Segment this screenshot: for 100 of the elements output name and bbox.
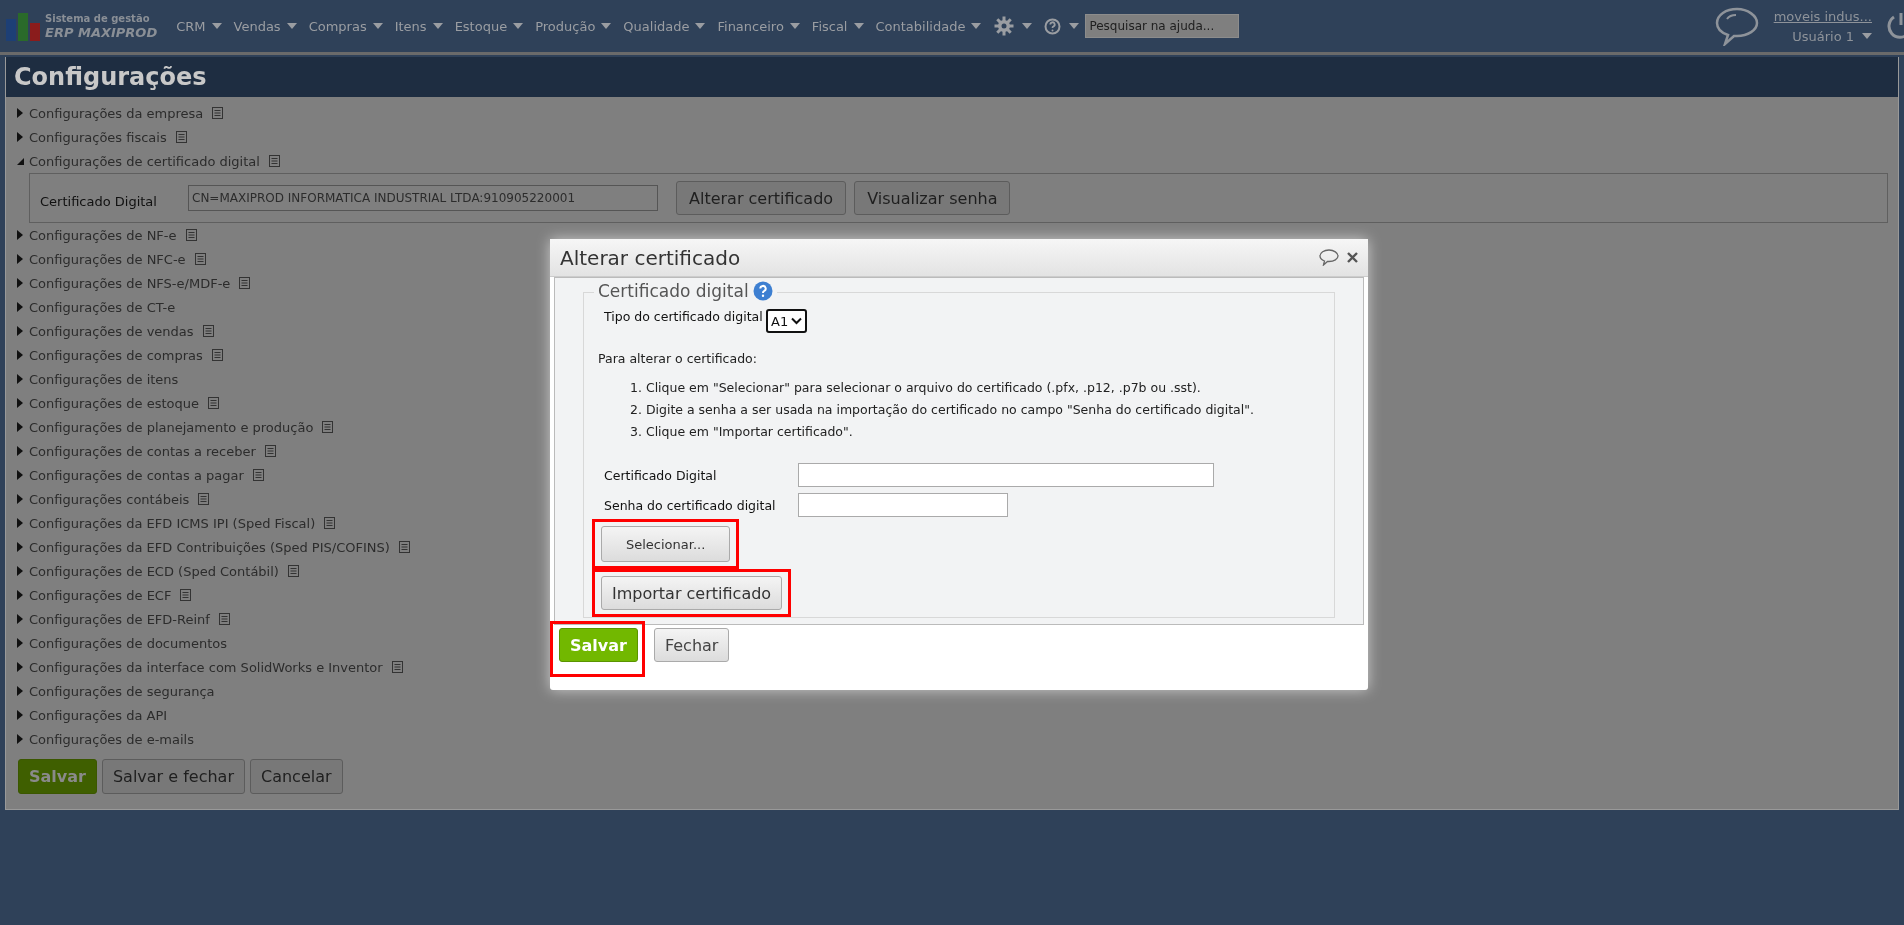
section-title[interactable]: Configurações da interface com SolidWorks e Inventor [29, 659, 383, 675]
section-title[interactable]: Configurações de contas a receber [29, 443, 256, 459]
note-icon[interactable] [202, 325, 214, 337]
expand-icon[interactable] [16, 350, 24, 360]
certificate-field[interactable]: CN=MAXIPROD INFORMATICA INDUSTRIAL LTDA:910905220001 [188, 185, 658, 211]
section-title[interactable]: Configurações de documentos [29, 635, 227, 651]
menu-item[interactable]: Produção [530, 18, 619, 34]
power-icon[interactable] [1884, 11, 1904, 41]
collapse-icon[interactable] [16, 156, 24, 166]
certificate-button[interactable]: Alterar certificado [676, 181, 847, 215]
note-icon[interactable] [194, 253, 206, 265]
expand-icon[interactable] [16, 494, 24, 504]
note-icon[interactable] [252, 469, 264, 481]
expand-icon[interactable] [16, 614, 24, 624]
note-icon[interactable] [218, 613, 230, 625]
expand-icon[interactable] [16, 302, 24, 312]
expand-icon[interactable] [16, 374, 24, 384]
section-title[interactable]: Configurações de EFD-Reinf [29, 611, 210, 627]
section-title[interactable]: Configurações de CT-e [29, 299, 176, 315]
section-title[interactable]: Configurações de segurança [29, 683, 215, 699]
action-button[interactable]: Importar certificado [601, 576, 783, 610]
section-title[interactable]: Configurações de e-mails [29, 731, 194, 747]
expand-icon[interactable] [16, 422, 24, 432]
menu-item[interactable]: Itens [389, 18, 450, 34]
note-icon[interactable] [324, 517, 336, 529]
note-icon[interactable] [398, 541, 410, 553]
expand-icon[interactable] [16, 710, 24, 720]
section-title[interactable]: Configurações fiscais [29, 129, 167, 145]
chat-icon[interactable] [1713, 6, 1760, 46]
note-icon[interactable] [211, 349, 223, 361]
certificate-type-select[interactable]: A1 [766, 309, 808, 333]
section-title[interactable]: Configurações de NFC-e [29, 251, 186, 267]
expand-icon[interactable] [16, 686, 24, 696]
menu-item[interactable]: CRM [171, 18, 229, 34]
section-title[interactable]: Configurações de vendas [29, 323, 194, 339]
note-icon[interactable] [185, 229, 197, 241]
expand-icon[interactable] [16, 108, 24, 118]
user-menu[interactable]: Usuário 1 [1792, 28, 1872, 44]
section-title[interactable]: Configurações da empresa [29, 105, 204, 121]
section-title[interactable]: Configurações de ECD (Sped Contábil) [29, 563, 279, 579]
section-title[interactable]: Configurações da API [29, 707, 168, 723]
note-icon[interactable] [391, 661, 403, 673]
menu-item[interactable]: Estoque [449, 18, 531, 34]
certificate-button[interactable]: Visualizar senha [854, 181, 1011, 215]
section-title[interactable]: Configurações de compras [29, 347, 203, 363]
close-button[interactable]: Fechar [653, 628, 730, 662]
section-title[interactable]: Configurações de contas a pagar [29, 467, 244, 483]
expand-icon[interactable] [16, 254, 24, 264]
menu-item[interactable]: Contabilidade [870, 18, 989, 34]
note-icon[interactable] [198, 493, 210, 505]
section-title[interactable]: Configurações de ECF [29, 587, 172, 603]
expand-icon[interactable] [16, 398, 24, 408]
note-icon[interactable] [264, 445, 276, 457]
section-title[interactable]: Configurações de NF-e [29, 227, 177, 243]
note-icon[interactable] [175, 131, 187, 143]
company-link[interactable]: moveis indus... [1773, 8, 1872, 24]
section-title[interactable]: Configurações contábeis [29, 491, 190, 507]
menu-item[interactable]: Compras [303, 18, 390, 34]
expand-icon[interactable] [16, 278, 24, 288]
save-button[interactable]: Salvar [18, 759, 97, 794]
expand-icon[interactable] [16, 638, 24, 648]
save-button[interactable]: Salvar [559, 628, 638, 662]
page-button[interactable]: Cancelar [250, 759, 343, 794]
section-title[interactable]: Configurações de certificado digital [29, 153, 260, 169]
expand-icon[interactable] [16, 566, 24, 576]
page-button[interactable]: Salvar e fechar [101, 759, 245, 794]
input-field[interactable] [798, 493, 1008, 517]
expand-icon[interactable] [16, 734, 24, 744]
note-icon[interactable] [207, 397, 219, 409]
section-title[interactable]: Configurações de planejamento e produção [29, 419, 314, 435]
note-icon[interactable] [322, 421, 334, 433]
expand-icon[interactable] [16, 518, 24, 528]
expand-icon[interactable] [16, 662, 24, 672]
close-icon[interactable] [1347, 252, 1358, 263]
help-search-field[interactable]: Pesquisar na ajuda... [1085, 14, 1240, 38]
expand-icon[interactable] [16, 542, 24, 552]
expand-icon[interactable] [16, 230, 24, 240]
note-icon[interactable] [239, 277, 251, 289]
expand-icon[interactable] [16, 132, 24, 142]
action-button[interactable]: Selecionar... [601, 526, 731, 562]
input-field[interactable] [798, 463, 1214, 487]
section-title[interactable]: Configurações da EFD ICMS IPI (Sped Fiscal) [29, 515, 316, 531]
menu-item[interactable]: Fiscal [806, 18, 871, 34]
section-title[interactable]: Configurações de estoque [29, 395, 199, 411]
comment-icon[interactable] [1319, 249, 1339, 266]
note-icon[interactable] [212, 107, 224, 119]
expand-icon[interactable] [16, 590, 24, 600]
menu-item[interactable]: Financeiro [712, 18, 807, 34]
note-icon[interactable] [287, 565, 299, 577]
section-title[interactable]: Configurações de itens [29, 371, 179, 387]
expand-icon[interactable] [16, 326, 24, 336]
section-title[interactable]: Configurações da EFD Contribuições (Sped PIS/COFINS) [29, 539, 390, 555]
note-icon[interactable] [268, 155, 280, 167]
expand-icon[interactable] [16, 446, 24, 456]
menu-item[interactable]: Vendas [228, 18, 304, 34]
section-title[interactable]: Configurações de NFS-e/MDF-e [29, 275, 231, 291]
expand-icon[interactable] [16, 470, 24, 480]
note-icon[interactable] [180, 589, 192, 601]
help-icon[interactable] [752, 281, 773, 301]
menu-item[interactable]: Qualidade [618, 18, 713, 34]
